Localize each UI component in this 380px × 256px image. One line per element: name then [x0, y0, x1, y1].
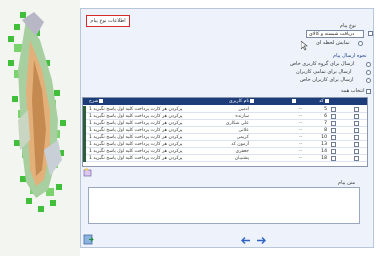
option-group-label: ارسال برای گروه کاربری خاص	[290, 61, 355, 67]
table-row[interactable]: پرکردن هر کارت پرداخت کلیه اول پاسخ نگیر…	[83, 120, 367, 127]
row-extra: --	[299, 114, 303, 119]
previous-arrow-icon[interactable]	[240, 236, 251, 248]
row-extra: --	[299, 121, 303, 126]
message-textarea[interactable]	[88, 187, 360, 224]
row-description: پرکردن هر کارت پرداخت کلیه اول پاسخ نگیر…	[89, 128, 183, 133]
exit-icon[interactable]	[83, 234, 94, 245]
row-code: 18	[321, 156, 327, 161]
select-all-label: انتخاب همه	[341, 88, 365, 94]
row-select-checkbox[interactable]	[354, 107, 359, 112]
row-select-checkbox[interactable]	[354, 142, 359, 147]
row-description: پرکردن هر کارت پرداخت کلیه اول پاسخ نگیر…	[89, 121, 183, 126]
header-username[interactable]: نام کاربری	[229, 98, 255, 105]
row-extra: --	[299, 135, 303, 140]
row-username: پشتیبان	[234, 156, 249, 161]
show-instant-radio[interactable]	[358, 41, 363, 46]
table-row[interactable]: پرکردن هر کارت پرداخت کلیه اول پاسخ نگیر…	[83, 127, 367, 134]
option-all-label: ارسال برای تمامی کاربران	[296, 69, 352, 75]
row-checkbox[interactable]	[331, 128, 336, 133]
row-description: پرکردن هر کارت پرداخت کلیه اول پاسخ نگیر…	[89, 156, 183, 161]
row-select-checkbox[interactable]	[354, 114, 359, 119]
option-specific-radio[interactable]	[366, 78, 371, 83]
row-code: 5	[324, 107, 327, 112]
row-checkbox[interactable]	[331, 135, 336, 140]
table-row[interactable]: پرکردن هر کارت پرداخت کلیه اول پاسخ نگیر…	[83, 141, 367, 148]
row-indicator	[83, 127, 86, 134]
select-all-checkbox[interactable]	[366, 89, 371, 94]
row-indicator	[83, 113, 86, 120]
row-code: 8	[324, 128, 327, 133]
row-extra: --	[299, 107, 303, 112]
show-instant-label: نمایش لحظه ای	[316, 40, 350, 46]
row-checkbox[interactable]	[331, 156, 336, 161]
table-row[interactable]: پرکردن هر کارت پرداخت کلیه اول پاسخ نگیر…	[83, 113, 367, 120]
row-username: آزمون کد	[231, 142, 249, 147]
row-description: پرکردن هر کارت پرداخت کلیه اول پاسخ نگیر…	[89, 149, 183, 154]
row-select-checkbox[interactable]	[354, 128, 359, 133]
row-indicator	[83, 134, 86, 141]
row-checkbox[interactable]	[331, 114, 336, 119]
row-username: جعفری	[235, 149, 249, 154]
row-username: کریمی	[236, 135, 250, 140]
next-arrow-icon[interactable]	[256, 236, 267, 248]
message-type-select[interactable]: دریافت شیسته و کالای	[306, 30, 364, 38]
table-row[interactable]: پرکردن هر کارت پرداخت کلیه اول پاسخ نگیر…	[83, 148, 367, 155]
row-checkbox[interactable]	[331, 107, 336, 112]
row-extra: --	[299, 149, 303, 154]
row-select-checkbox[interactable]	[354, 121, 359, 126]
row-indicator	[83, 141, 86, 148]
table-row[interactable]: پرکردن هر کارت پرداخت کلیه اول پاسخ نگیر…	[83, 155, 367, 162]
row-indicator	[83, 106, 86, 113]
row-description: پرکردن هر کارت پرداخت کلیه اول پاسخ نگیر…	[89, 107, 183, 112]
message-type-checkbox[interactable]	[368, 31, 373, 36]
row-checkbox[interactable]	[331, 142, 336, 147]
row-description: پرکردن هر کارت پرداخت کلیه اول پاسخ نگیر…	[89, 142, 183, 147]
row-code: 10	[321, 135, 327, 140]
page-title: اطلاعات نوع پیام	[86, 15, 130, 27]
row-indicator	[83, 148, 86, 155]
message-type-label: نوع پیام	[340, 23, 357, 29]
row-code: 6	[324, 114, 327, 119]
row-extra: --	[299, 156, 303, 161]
row-username: علی شکاری	[225, 121, 249, 126]
row-code: 14	[321, 149, 327, 154]
decorative-art-panel	[0, 0, 80, 256]
row-select-checkbox[interactable]	[354, 135, 359, 140]
option-specific-label: ارسال برای کاربران خاص	[300, 77, 354, 83]
users-table: شرح نام کاربری کد پرکردن هر کارت پرداخت …	[82, 97, 368, 167]
send-type-label: نحوه ارسال پیام	[333, 53, 367, 59]
row-checkbox[interactable]	[331, 149, 336, 154]
message-text-label: متن پیام	[338, 180, 356, 186]
row-username: علانی	[238, 128, 249, 133]
row-checkbox[interactable]	[331, 121, 336, 126]
row-select-checkbox[interactable]	[354, 156, 359, 161]
row-username: ادمین	[238, 107, 249, 112]
option-group-radio[interactable]	[366, 62, 371, 67]
option-all-radio[interactable]	[366, 70, 371, 75]
table-row[interactable]: پرکردن هر کارت پرداخت کلیه اول پاسخ نگیر…	[83, 134, 367, 141]
row-description: پرکردن هر کارت پرداخت کلیه اول پاسخ نگیر…	[89, 114, 183, 119]
header-description[interactable]: شرح	[89, 98, 104, 105]
row-extra: --	[299, 142, 303, 147]
row-description: پرکردن هر کارت پرداخت کلیه اول پاسخ نگیر…	[89, 135, 183, 140]
row-select-checkbox[interactable]	[354, 149, 359, 154]
header-code[interactable]: کد	[319, 98, 330, 105]
leaf-illustration	[0, 0, 80, 256]
row-indicator	[83, 155, 86, 162]
row-code: 13	[321, 142, 327, 147]
row-code: 7	[324, 121, 327, 126]
attachment-icon[interactable]	[83, 168, 92, 177]
row-indicator	[83, 120, 86, 127]
table-row[interactable]: پرکردن هر کارت پرداخت کلیه اول پاسخ نگیر…	[83, 106, 367, 113]
row-extra: --	[299, 128, 303, 133]
header-extra[interactable]	[291, 98, 297, 105]
row-username: سازنده	[235, 114, 249, 119]
table-header: شرح نام کاربری کد	[83, 98, 367, 105]
